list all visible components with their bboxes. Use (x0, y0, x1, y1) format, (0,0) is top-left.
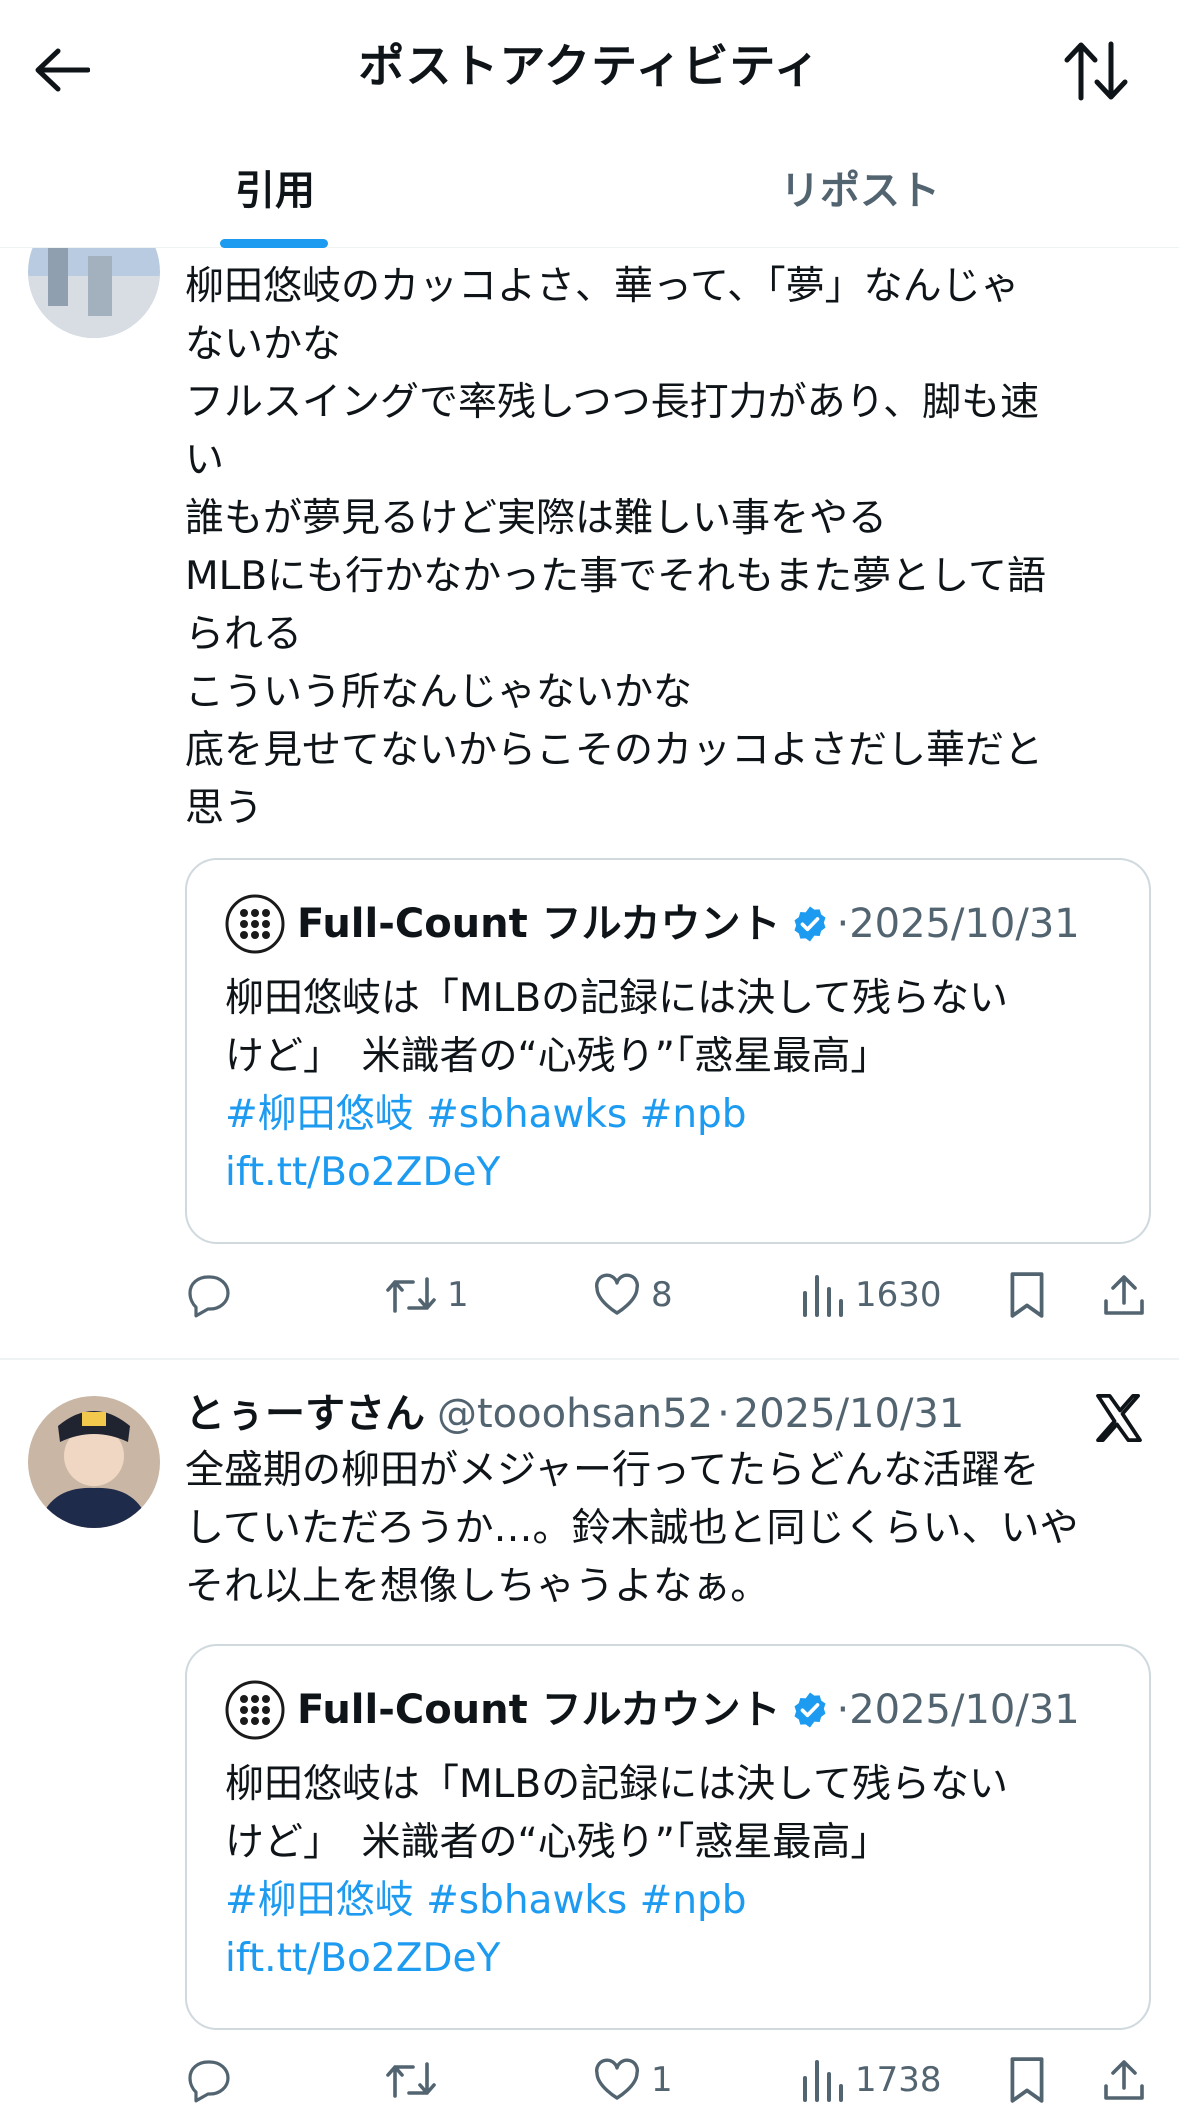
quoted-link[interactable]: ift.tt/Bo2ZDeY (225, 1144, 1113, 1202)
view-count: 1738 (855, 2060, 942, 2100)
bookmark-icon (1010, 2057, 1044, 2103)
sort-arrows-icon (1064, 41, 1128, 101)
bookmark-icon (1010, 1272, 1044, 1318)
avatar-image (28, 1396, 160, 1528)
quoted-date: 2025/10/31 (849, 901, 1080, 947)
meta-dot: · (717, 1391, 730, 1437)
retweet-button[interactable] (385, 2050, 447, 2110)
page-title: ポストアクティビティ (358, 39, 821, 93)
reply-button[interactable] (185, 2050, 233, 2110)
reply-button[interactable] (185, 1265, 233, 1325)
like-count: 8 (651, 1275, 673, 1315)
author-handle[interactable]: @tooohsan52 (437, 1386, 713, 1442)
avatar[interactable] (28, 1396, 160, 1528)
share-button[interactable] (1100, 2050, 1148, 2110)
action-bar: 1 8 1630 (185, 1265, 1155, 1325)
views-button[interactable]: 1738 (801, 2050, 942, 2110)
bookmark-button[interactable] (1005, 2050, 1049, 2110)
action-bar: 1 1738 (185, 2050, 1155, 2110)
sort-button[interactable] (1053, 28, 1139, 114)
quoted-post-card[interactable]: Full-Count フルカウント · 2025/10/31 柳田悠岐は「MLB… (185, 858, 1151, 1244)
quoted-hashtags[interactable]: #柳田悠岐 #sbhawks #npb (225, 1872, 1113, 1930)
like-button[interactable]: 1 (593, 2050, 673, 2110)
quoted-hashtags[interactable]: #柳田悠岐 #sbhawks #npb (225, 1086, 1113, 1144)
x-logo-icon (1096, 1393, 1142, 1443)
heart-icon (595, 2058, 639, 2100)
share-button[interactable] (1100, 1265, 1148, 1325)
retweet-count: 1 (447, 1275, 469, 1315)
quoted-text: 柳田悠岐は「MLBの記録には決して残らない けど」 米識者の“心残り”「惑星最高… (225, 1762, 1008, 1865)
fullcount-logo-icon (225, 1680, 285, 1740)
views-icon (803, 1275, 843, 1317)
retweet-button[interactable]: 1 (385, 1265, 469, 1325)
like-button[interactable]: 8 (593, 1265, 673, 1325)
bookmark-button[interactable] (1005, 1265, 1049, 1325)
verified-badge-icon (794, 1692, 826, 1728)
share-icon (1104, 2060, 1144, 2100)
meta-dot: · (836, 1687, 850, 1733)
post-date[interactable]: 2025/10/31 (734, 1386, 965, 1442)
header: ポストアクティビティ 引用 リポスト (0, 0, 1179, 248)
quoted-date: 2025/10/31 (849, 1687, 1080, 1733)
quoted-author-name: Full-Count フルカウント (297, 901, 781, 947)
retweet-icon (386, 2062, 436, 2098)
author-name[interactable]: とぅーすさん (185, 1386, 425, 1442)
reply-icon (188, 1275, 230, 1318)
active-tab-indicator (220, 239, 328, 248)
meta-dot: · (836, 901, 850, 947)
post-text: 柳田悠岐のカッコよさ、華って、「夢」なんじゃ ないかな フルスイングで率残しつつ… (185, 264, 1046, 831)
like-count: 1 (651, 2060, 673, 2100)
views-button[interactable]: 1630 (801, 1265, 942, 1325)
tab-quotes[interactable]: 引用 (200, 140, 350, 248)
post-divider (0, 1358, 1179, 1360)
quoted-author-name: Full-Count フルカウント (297, 1687, 781, 1733)
view-count: 1630 (855, 1275, 942, 1315)
verified-badge-icon (794, 906, 826, 942)
quoted-post-card[interactable]: Full-Count フルカウント · 2025/10/31 柳田悠岐は「MLB… (185, 1644, 1151, 2030)
retweet-icon (386, 1277, 436, 1313)
views-icon (803, 2060, 843, 2102)
heart-icon (595, 1273, 639, 1315)
share-icon (1104, 1275, 1144, 1315)
post-text: 全盛期の柳田がメジャー行ってたらどんな活躍を していただろうか…。鈴木誠也と同じ… (185, 1448, 1079, 1609)
tab-bar: 引用 リポスト (0, 140, 1179, 248)
quoted-link[interactable]: ift.tt/Bo2ZDeY (225, 1930, 1113, 1988)
quoted-text: 柳田悠岐は「MLBの記録には決して残らない けど」 米識者の“心残り”「惑星最高… (225, 976, 1008, 1079)
tab-reposts[interactable]: リポスト (760, 140, 960, 248)
reply-icon (188, 2060, 230, 2103)
fullcount-logo-icon (225, 894, 285, 954)
